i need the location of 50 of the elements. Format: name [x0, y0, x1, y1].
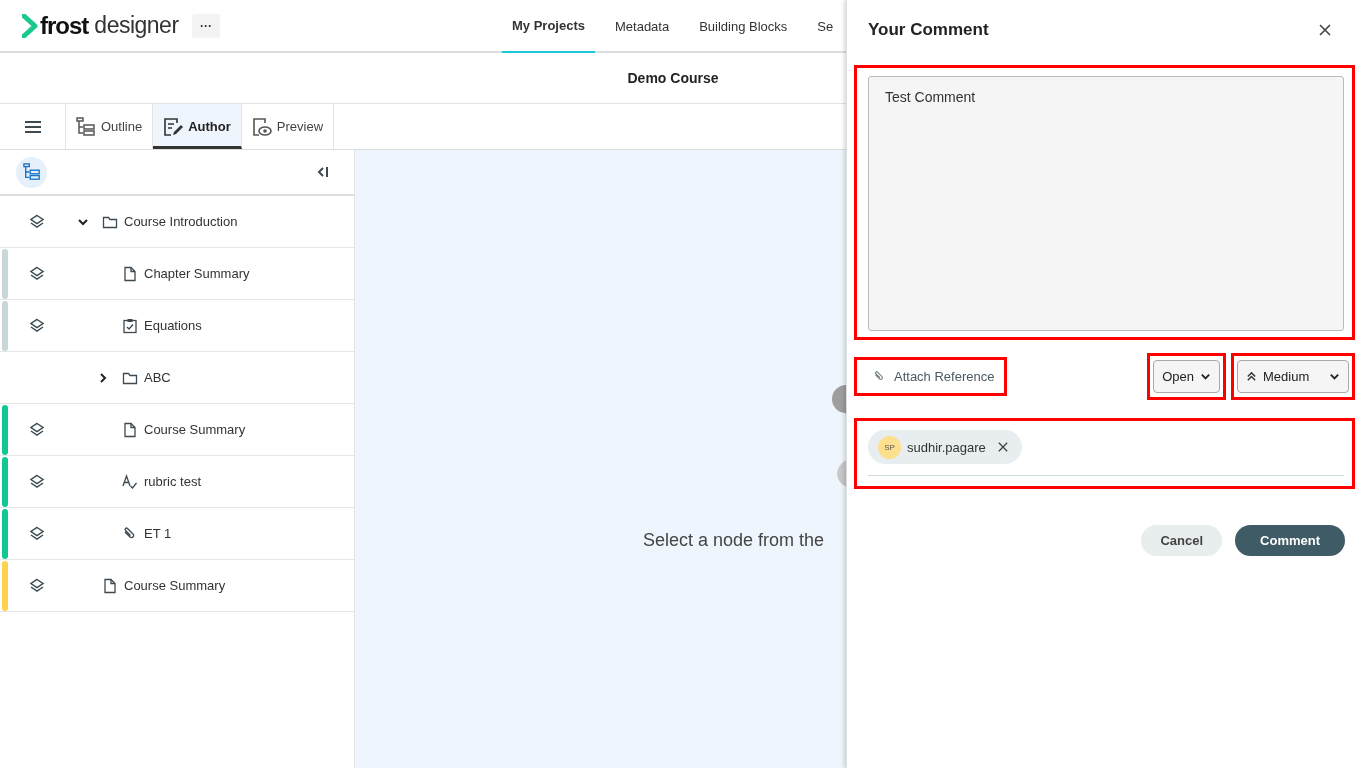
collapse-button[interactable] [316, 165, 330, 179]
double-chevron-up-icon [1246, 371, 1257, 382]
close-icon [997, 442, 1008, 452]
more-button[interactable]: ··· [192, 13, 220, 38]
comment-button[interactable]: Comment [1235, 525, 1345, 556]
tree-item-label[interactable]: ET 1 [144, 526, 172, 541]
tree-item-label[interactable]: Course Summary [124, 578, 226, 593]
avatar: SP [878, 435, 901, 459]
view-tab[interactable]: Author [153, 104, 242, 149]
tree-item-label[interactable]: rubric test [144, 474, 202, 489]
caret-icon [1329, 371, 1340, 382]
page-icon [102, 577, 118, 594]
attach-reference-link[interactable]: Attach Reference [873, 369, 995, 384]
checklist-icon [122, 317, 138, 334]
brand-name: frost [40, 11, 89, 40]
tree-icon [22, 163, 41, 181]
outline-icon [76, 116, 96, 137]
tree-item-label[interactable]: ABC [144, 370, 171, 385]
dropdown[interactable]: Open [1153, 360, 1220, 393]
text-check-icon [122, 473, 138, 490]
view-tab[interactable]: Preview [241, 104, 335, 149]
caret-icon [1200, 371, 1211, 382]
panel-title: Your Comment [868, 20, 989, 40]
tree-item-label[interactable]: Course Introduction [124, 214, 238, 229]
menu-icon [23, 119, 42, 134]
tree-item-label[interactable]: Chapter Summary [144, 266, 250, 281]
preview-icon [251, 116, 272, 137]
nav-tab[interactable]: My Projects [502, 0, 595, 53]
page-icon [122, 421, 138, 438]
comment-field[interactable]: Test Comment [868, 76, 1344, 331]
brand-name: designer [94, 12, 179, 39]
tree-view-button[interactable] [16, 156, 47, 188]
nav-tab[interactable]: Building Blocks [689, 0, 798, 53]
empty-state-message: Select a node from the [643, 530, 825, 551]
dropdown[interactable]: Medium [1237, 360, 1349, 393]
nav-tab[interactable]: Se [807, 0, 844, 53]
chevron-logo-icon [22, 13, 38, 38]
cancel-button[interactable]: Cancel [1141, 525, 1223, 556]
paperclip-icon [873, 370, 886, 383]
page-icon [122, 265, 138, 282]
tree-item-label[interactable]: Equations [144, 318, 202, 333]
assignee-field[interactable]: SP sudhir.pagare [868, 430, 1344, 476]
course-title: Demo Course [627, 70, 719, 86]
remove-button[interactable] [997, 442, 1008, 452]
nav-tab[interactable]: Metadata [605, 0, 680, 53]
tree-item-label[interactable]: Course Summary [144, 422, 246, 437]
assignee-chip: SP sudhir.pagare [868, 430, 1022, 464]
close-icon [1319, 24, 1331, 36]
edit-document-icon [163, 116, 184, 137]
collapse-icon [316, 165, 330, 179]
